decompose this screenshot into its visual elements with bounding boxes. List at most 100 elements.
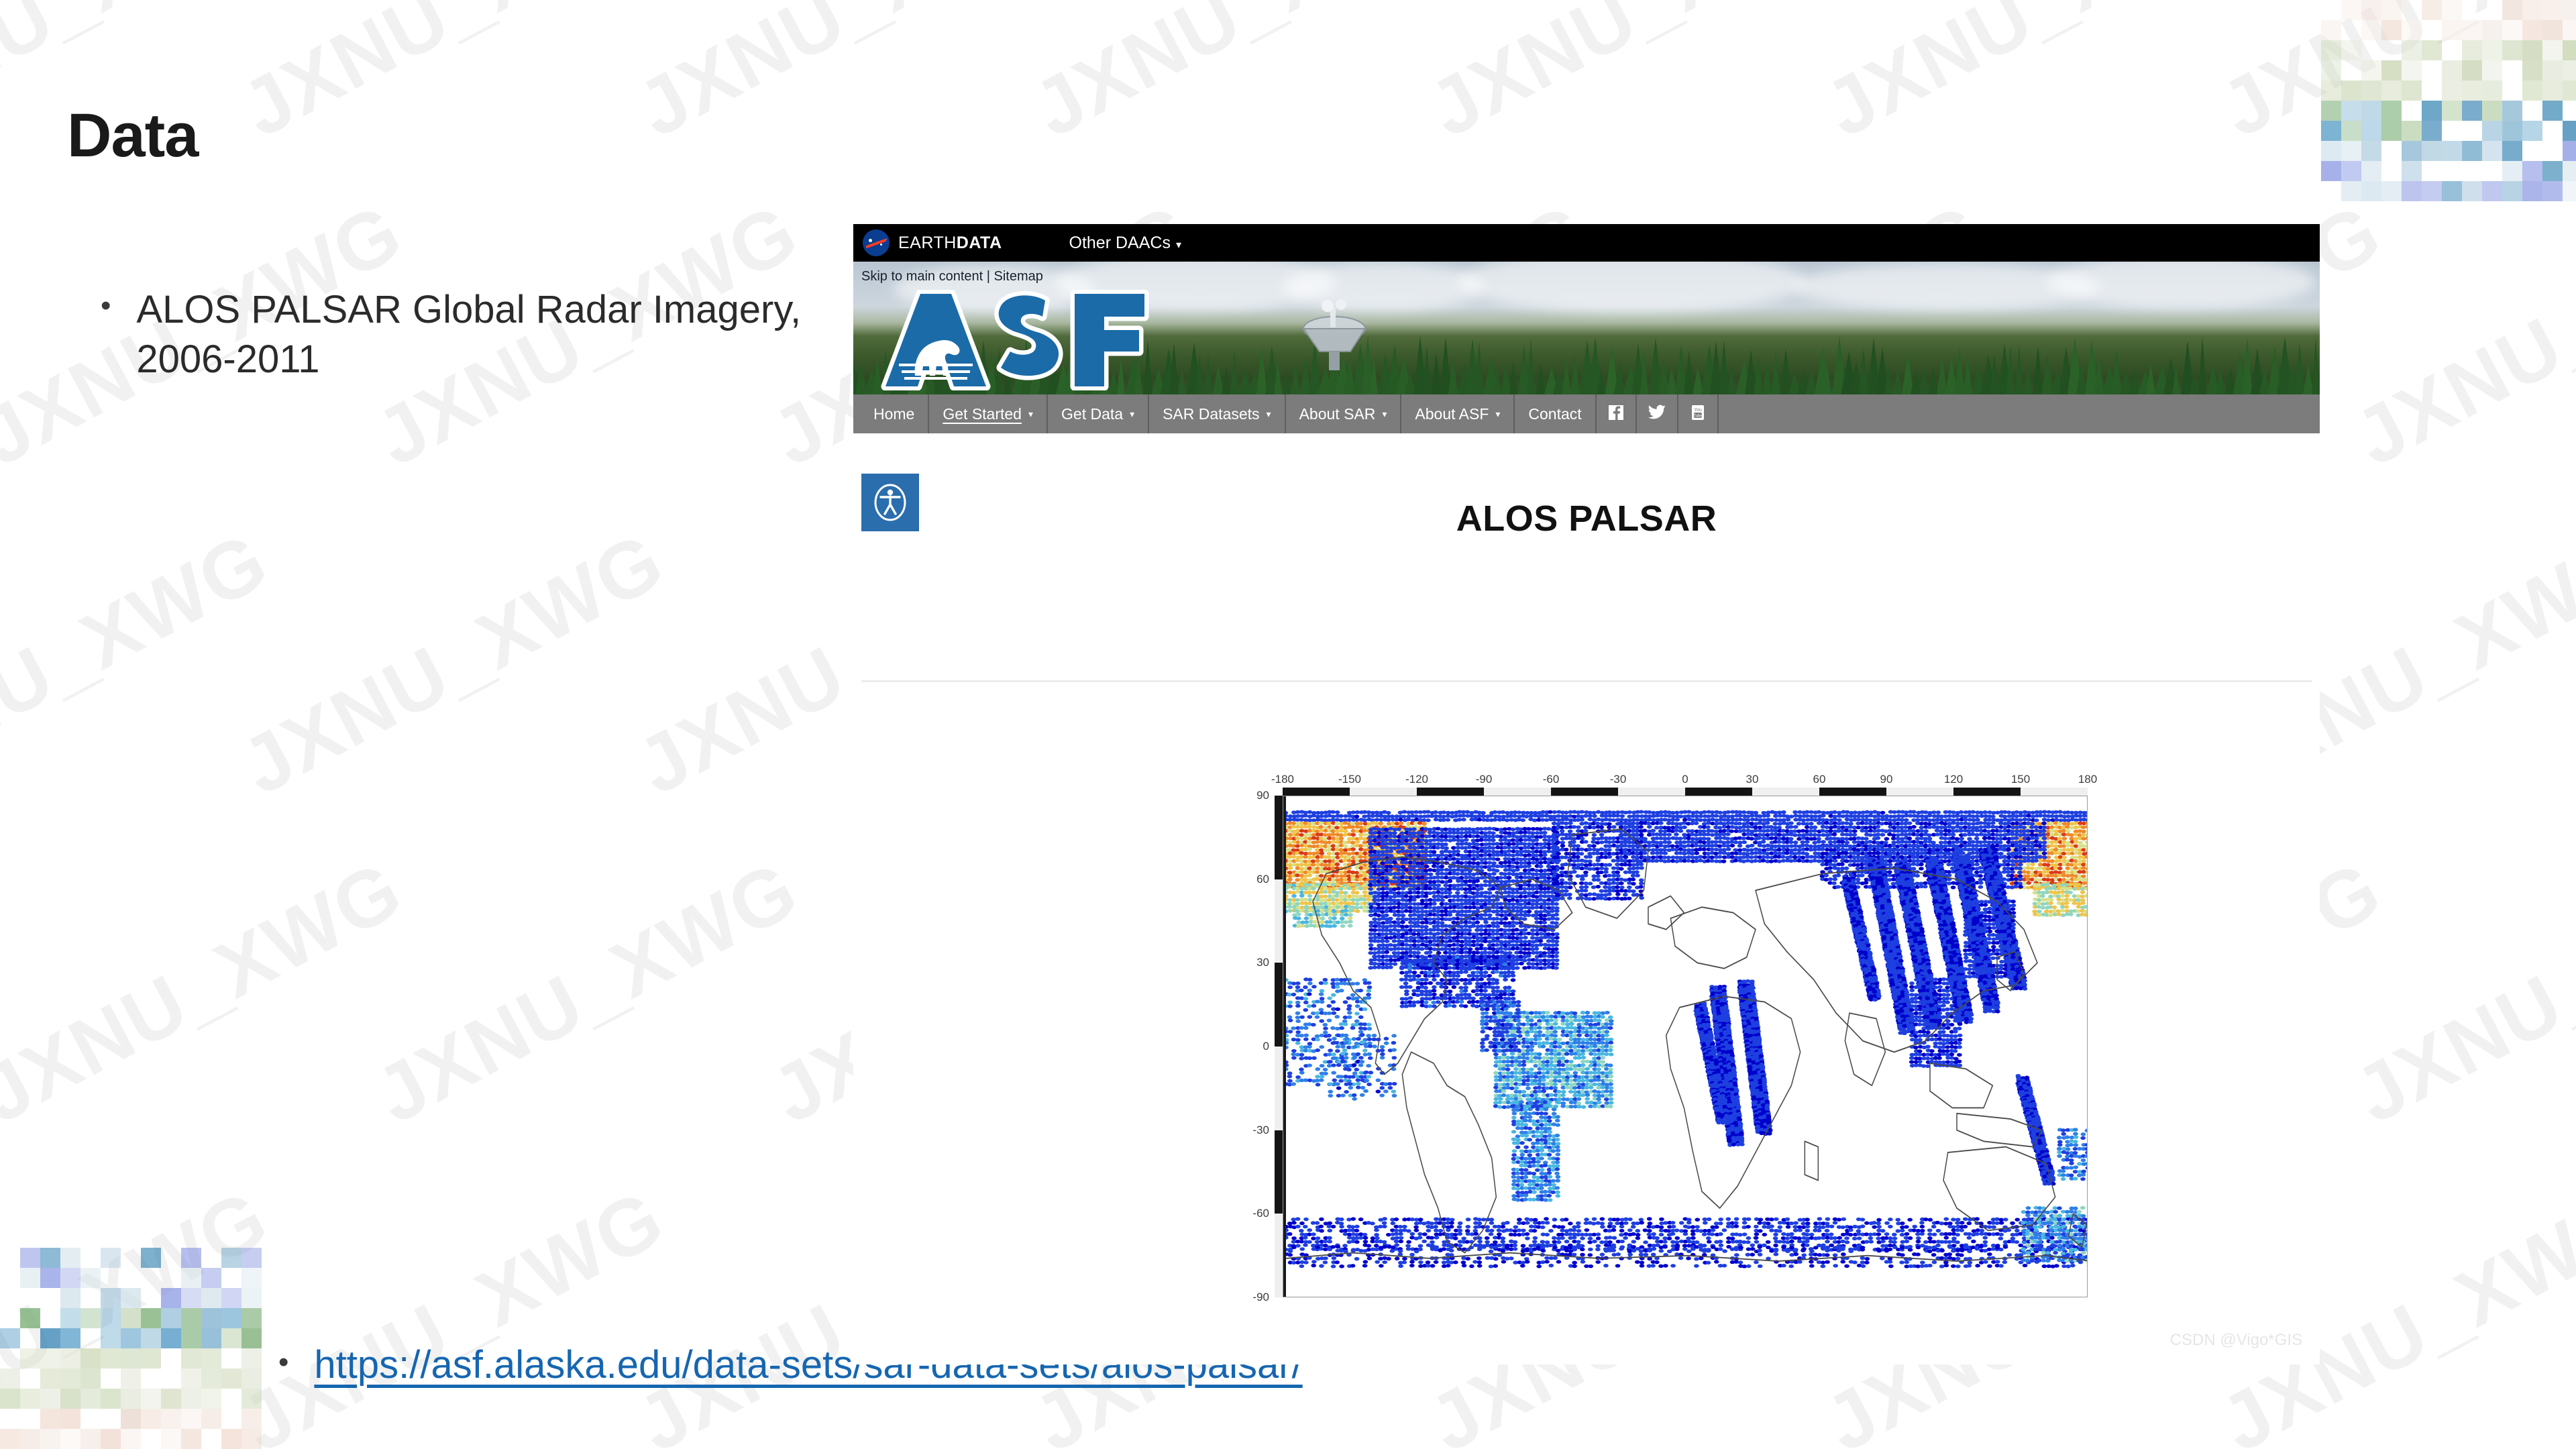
tree-silhouette	[2190, 372, 2199, 394]
mosaic-pixel	[161, 1429, 181, 1449]
tree-silhouette	[1492, 369, 1501, 394]
x-axis-tick-label: -60	[1542, 773, 1560, 786]
skip-to-content-links[interactable]: Skip to main content | Sitemap	[861, 269, 1043, 284]
mosaic-pixel	[2482, 141, 2502, 161]
other-daacs-menu[interactable]: Other DAACs ▾	[1069, 233, 1181, 253]
mosaic-pixel	[2381, 80, 2402, 101]
mosaic-pixel	[0, 1368, 20, 1389]
mosaic-pixel	[121, 1328, 141, 1348]
x-axis-segment	[1685, 788, 1752, 796]
earthdata-brand[interactable]: EARTHDATA	[898, 233, 1002, 253]
mosaic-pixel	[2341, 141, 2361, 161]
mosaic-pixel	[101, 1308, 121, 1328]
watermark-text: JXNU_XWG	[1810, 0, 2261, 155]
chevron-down-icon: ▾	[1266, 408, 1271, 419]
x-axis-segment	[1953, 788, 2021, 796]
mosaic-pixel	[2381, 181, 2402, 201]
mosaic-pixel	[2482, 181, 2502, 201]
mosaic-pixel	[2563, 40, 2576, 60]
watermark-text: JXNU_XWG	[0, 1172, 282, 1449]
nav-item-contact[interactable]: Contact	[1515, 394, 1597, 433]
svg-text:You: You	[1694, 408, 1702, 413]
mosaic-pixel	[40, 1389, 60, 1409]
mosaic-pixel	[2321, 121, 2341, 141]
nav-item-label: Home	[873, 405, 915, 423]
tree-silhouette	[1754, 356, 1763, 394]
mosaic-pixel	[80, 1348, 101, 1368]
mosaic-pixel	[2361, 161, 2381, 181]
mosaic-pixel	[241, 1409, 262, 1429]
source-watermark: CSDN @Vigo*GIS	[2169, 1331, 2302, 1349]
tree-silhouette	[1509, 360, 1517, 394]
tree-silhouette	[2312, 337, 2320, 394]
tree-silhouette	[1884, 363, 1892, 394]
twitter-link[interactable]	[1637, 394, 1678, 433]
mosaic-pixel	[2341, 40, 2361, 60]
nav-item-about-asf[interactable]: About ASF ▾	[1401, 394, 1515, 433]
mosaic-pixel	[60, 1308, 80, 1328]
mosaic-pixel	[2542, 101, 2563, 121]
mosaic-pixel	[2542, 0, 2563, 20]
mosaic-pixel	[2563, 60, 2576, 80]
mosaic-pixel	[2482, 80, 2502, 101]
mosaic-pixel	[161, 1389, 181, 1409]
chevron-down-icon: ▾	[1175, 239, 1181, 251]
mosaic-pixel	[181, 1248, 201, 1268]
mosaic-pixel	[101, 1248, 121, 1268]
mosaic-pixel	[2321, 161, 2341, 181]
watermark-text: JXNU_XWG	[2340, 843, 2576, 1141]
mosaic-pixel	[2542, 40, 2563, 60]
mosaic-pixel	[121, 1288, 141, 1308]
y-axis-tick-label: -60	[1252, 1207, 1269, 1220]
tree-silhouette	[1963, 355, 1972, 394]
mosaic-pixel	[121, 1368, 141, 1389]
nav-item-about-sar[interactable]: About SAR ▾	[1286, 394, 1402, 433]
tree-silhouette	[2006, 345, 2015, 394]
mosaic-pixel	[2361, 60, 2381, 80]
mosaic-pixel	[60, 1288, 80, 1308]
x-axis-tick-label: 120	[1943, 773, 1964, 786]
mosaic-pixel	[101, 1389, 121, 1409]
mosaic-pixel	[2522, 20, 2542, 40]
watermark-text: JXNU_XWG	[2206, 0, 2576, 155]
nav-item-get-data[interactable]: Get Data ▾	[1048, 394, 1150, 433]
mosaic-pixel	[2442, 0, 2462, 20]
mosaic-pixel	[2381, 20, 2402, 40]
tree-silhouette	[2146, 363, 2155, 394]
mosaic-pixel	[2462, 20, 2482, 40]
mosaic-pixel	[40, 1409, 60, 1429]
decorative-pixel-mosaic-bottom-left	[0, 1248, 262, 1449]
mosaic-pixel	[201, 1409, 221, 1429]
facebook-link[interactable]	[1597, 394, 1637, 433]
mosaic-pixel	[2482, 20, 2502, 40]
mosaic-pixel	[241, 1389, 262, 1409]
x-axis-tick-label: 0	[1682, 773, 1688, 786]
mosaic-pixel	[2522, 181, 2542, 201]
mosaic-pixel	[2563, 181, 2576, 201]
mosaic-pixel	[121, 1389, 141, 1409]
mosaic-pixel	[2502, 101, 2522, 121]
mosaic-pixel	[221, 1429, 241, 1449]
mosaic-pixel	[2402, 80, 2422, 101]
nav-item-sar-datasets[interactable]: SAR Datasets ▾	[1149, 394, 1286, 433]
mosaic-pixel	[2502, 121, 2522, 141]
mosaic-pixel	[2341, 101, 2361, 121]
mosaic-pixel	[201, 1368, 221, 1389]
nav-item-label: About SAR	[1299, 405, 1376, 423]
y-axis-segment	[1275, 963, 1283, 1046]
presentation-slide: JXNU_XWG JXNU_XWG JXNU_XWG JXNU_XWG JXNU_XWG…	[0, 0, 2576, 1449]
mosaic-pixel	[2341, 161, 2361, 181]
mosaic-pixel	[201, 1389, 221, 1409]
bullet-glyph: •	[101, 289, 111, 322]
tree-silhouette	[2172, 367, 2180, 394]
mosaic-pixel	[181, 1328, 201, 1348]
nav-item-get-started[interactable]: Get Started ▾	[929, 394, 1049, 433]
nav-item-label: Get Data	[1061, 405, 1124, 423]
mosaic-pixel	[2542, 80, 2563, 101]
youtube-link[interactable]: You Tube	[1678, 394, 1719, 433]
mosaic-pixel	[40, 1348, 60, 1368]
watermark-text: JXNU_XWG	[227, 1172, 678, 1449]
mosaic-pixel	[2482, 101, 2502, 121]
nav-item-home[interactable]: Home	[853, 394, 930, 433]
mosaic-pixel	[80, 1268, 101, 1288]
